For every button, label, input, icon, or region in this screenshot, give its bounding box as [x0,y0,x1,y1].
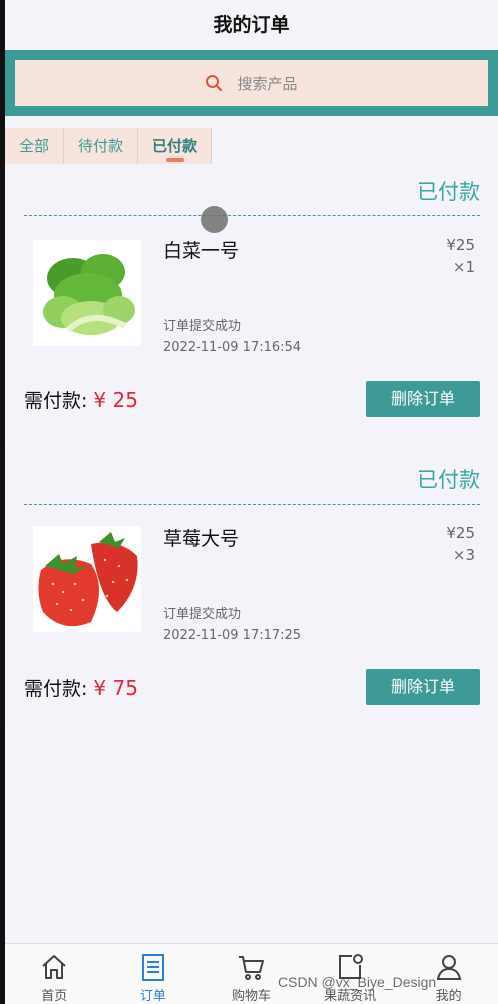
product-name: 白菜一号 [163,240,240,262]
search-bar: 搜索产品 [5,50,498,116]
delete-order-button[interactable]: 删除订单 [366,381,480,417]
product-image-strawberry [33,526,141,632]
amount-due: 需付款: ¥ 75 [24,674,138,701]
order-card: 已付款 白菜一号 ¥25 ×1 订单提交成功 2022-11-09 17:16:… [5,164,498,434]
order-state: 订单提交成功 [163,607,242,622]
nav-item-home[interactable]: 首页 [5,944,104,1004]
search-placeholder: 搜索产品 [237,74,298,93]
orders-icon [141,954,164,981]
amount-label: 需付款: [24,390,88,412]
order-card: 已付款 草莓大号 ¥25 ×3 订单提交成功 2022-11-09 17:17:… [5,452,498,722]
nav-label: 我的 [435,989,462,1004]
search-input[interactable]: 搜索产品 [15,60,488,106]
tab-paid[interactable]: 已付款 [138,128,213,164]
home-icon [42,955,66,979]
nav-label: 首页 [41,989,68,1004]
page-title: 我的订单 [5,0,498,50]
order-status: 已付款 [417,468,480,492]
divider [24,215,480,216]
touch-indicator [201,206,228,233]
tab-pending[interactable]: 待付款 [64,128,139,164]
product-name: 草莓大号 [163,528,240,550]
product-image-bok-choy [33,240,141,346]
delete-order-button[interactable]: 删除订单 [366,669,480,705]
nav-label: 购物车 [231,989,271,1004]
product-price: ¥25 [446,236,475,254]
order-state: 订单提交成功 [163,319,242,334]
nav-item-orders[interactable]: 订单 [104,944,203,1004]
user-icon [436,955,461,980]
product-price: ¥25 [446,524,475,542]
amount-label: 需付款: [24,678,88,700]
order-status: 已付款 [417,180,480,204]
watermark: CSDN @vx_Biye_Design [278,974,437,990]
nav-label: 订单 [139,989,166,1004]
order-time: 2022-11-09 17:16:54 [163,340,302,355]
cart-icon [239,956,265,980]
divider [24,504,480,505]
tab-all[interactable]: 全部 [5,128,65,164]
amount-due: 需付款: ¥ 25 [24,386,138,413]
order-time: 2022-11-09 17:17:25 [163,628,302,643]
product-quantity: ×1 [452,258,475,276]
search-icon [206,75,223,91]
order-tabs: 全部 待付款 已付款 [5,128,213,164]
amount-value: ¥ 75 [93,676,138,700]
amount-value: ¥ 25 [93,388,138,412]
product-quantity: ×3 [452,546,475,564]
